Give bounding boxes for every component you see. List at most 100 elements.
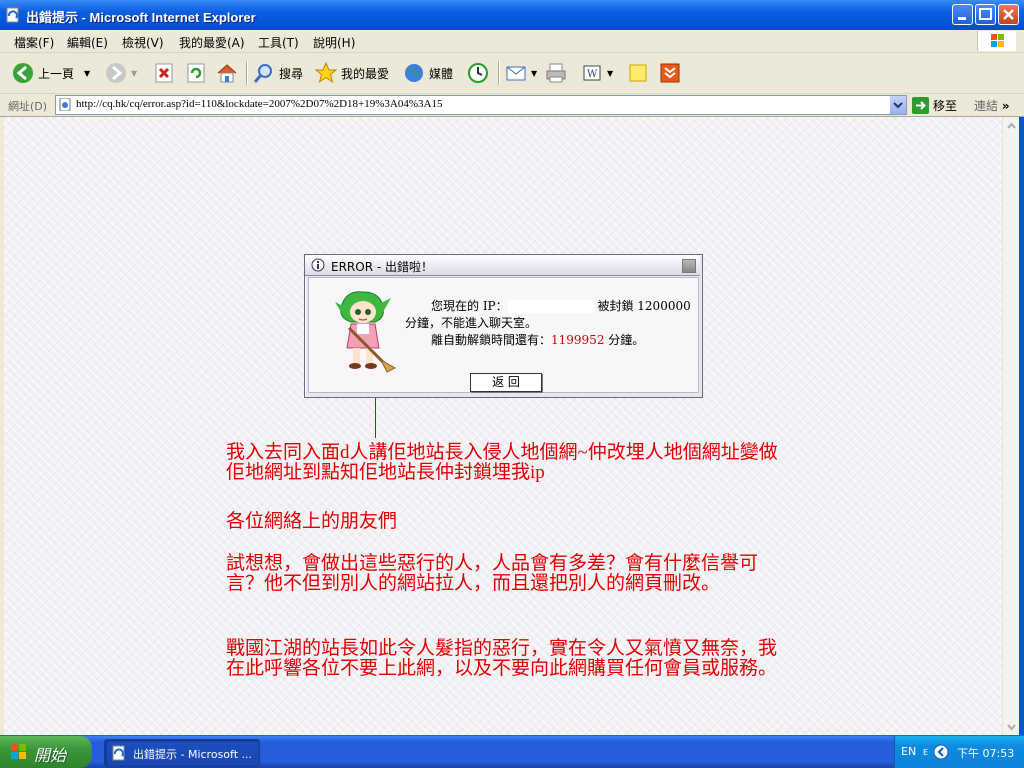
- scroll-up-button[interactable]: [1003, 117, 1020, 134]
- input-mode-indicator: E: [923, 748, 929, 757]
- anime-girl-mascot: [335, 291, 397, 373]
- home-icon: [217, 64, 237, 83]
- stop-icon: [155, 63, 173, 83]
- favorites-star-icon: [315, 62, 337, 84]
- go-arrow-icon: [912, 96, 929, 114]
- history-button[interactable]: [467, 61, 493, 85]
- toolbar: 上一頁 ▼ ▼ 搜尋 我的最愛 媒體 ▼ W ▼: [0, 53, 1024, 94]
- maximize-button[interactable]: [975, 4, 996, 25]
- ip-value-box: [507, 300, 594, 313]
- close-button[interactable]: [998, 4, 1019, 25]
- address-url: http://cq.hk/cq/error.asp?id=110&lockdat…: [76, 98, 443, 110]
- scroll-up-icon: [1007, 122, 1016, 129]
- window-title: 出錯提示 - Microsoft Internet Explorer: [26, 10, 256, 25]
- favorites-label: 我的最愛: [341, 66, 390, 81]
- windows-flag-icon: [11, 744, 26, 759]
- mail-button[interactable]: ▼: [505, 61, 537, 85]
- page-icon: [59, 98, 71, 111]
- minimize-button[interactable]: [952, 4, 973, 25]
- system-tray: EN E 下午 07:53: [894, 736, 1024, 768]
- address-dropdown-button[interactable]: [890, 96, 906, 114]
- ban-message: 您現在的 IP： 被封鎖 1200000 分鐘，不能進入聊天室。 離自動解鎖時間…: [405, 298, 700, 349]
- remain-minutes-value: 1199952: [551, 333, 605, 347]
- scroll-down-button[interactable]: [1003, 718, 1020, 735]
- post-paragraph-1: 我入去同入面d人講佢地站長入侵人地個網~仲改埋人地個網址變做佢地網址到點知佢地站…: [226, 442, 778, 483]
- windows-flag-icon: [991, 34, 1004, 47]
- maximize-icon: [979, 8, 992, 20]
- address-input[interactable]: http://cq.hk/cq/error.asp?id=110&lockdat…: [55, 95, 907, 115]
- toolbar-separator: [498, 61, 500, 85]
- back-button[interactable]: 上一頁 ▼: [12, 61, 90, 85]
- post-paragraph-2: 各位網絡上的朋友們: [226, 511, 398, 532]
- print-icon: [546, 63, 566, 83]
- windows-logo: [977, 31, 1016, 51]
- forward-button[interactable]: ▼: [105, 61, 137, 85]
- toolbar-separator: [246, 61, 248, 85]
- search-icon: [253, 64, 272, 83]
- menu-view[interactable]: 檢視(V): [122, 34, 164, 51]
- vertical-scrollbar[interactable]: [1002, 117, 1020, 735]
- menu-bar: 檔案(F) 編輯(E) 檢視(V) 我的最愛(A) 工具(T) 說明(H): [0, 30, 1024, 53]
- search-button[interactable]: 搜尋: [253, 61, 303, 85]
- back-label: 上一頁: [38, 66, 75, 81]
- title-bar: 出錯提示 - Microsoft Internet Explorer: [0, 0, 1024, 30]
- refresh-button[interactable]: [185, 61, 211, 85]
- go-button[interactable]: 移至: [912, 96, 957, 114]
- taskbar-item-label: 出錯提示 - Microsoft ...: [133, 748, 253, 761]
- menu-tools[interactable]: 工具(T): [258, 34, 299, 51]
- return-button[interactable]: 返 回: [470, 373, 542, 392]
- edit-dropdown-icon[interactable]: ▼: [607, 69, 613, 78]
- back-dropdown-icon[interactable]: ▼: [84, 69, 90, 78]
- menu-favorites[interactable]: 我的最愛(A): [179, 34, 245, 51]
- mail-dropdown-icon[interactable]: ▼: [531, 69, 537, 78]
- favorites-button[interactable]: 我的最愛: [315, 61, 389, 85]
- menu-edit[interactable]: 編輯(E): [67, 34, 108, 51]
- post-paragraph-4: 戰國江湖的站長如此令人髮指的惡行，實在令人又氣憤又無奈，我在此呼響各位不要上此網…: [226, 638, 778, 679]
- discuss-button[interactable]: [627, 61, 653, 85]
- messenger-icon: [660, 63, 680, 83]
- forward-arrow-icon: [106, 63, 126, 83]
- dialog-body: 您現在的 IP： 被封鎖 1200000 分鐘，不能進入聊天室。 離自動解鎖時間…: [308, 277, 699, 393]
- clock: 下午 07:53: [957, 747, 1015, 760]
- forward-dropdown-icon[interactable]: ▼: [131, 69, 137, 78]
- search-label: 搜尋: [279, 66, 304, 81]
- remain-suffix: 分鐘。: [608, 333, 645, 347]
- dialog-close-button[interactable]: [682, 259, 696, 273]
- ie-page-icon: [112, 745, 125, 761]
- refresh-icon: [187, 63, 205, 83]
- dialog-title-bar: ERROR - 出錯啦！: [305, 255, 700, 276]
- minimize-icon: [958, 17, 966, 20]
- error-dialog: ERROR - 出錯啦！ 您現在的 IP： 被封鎖 1200000 分鐘，不能進…: [304, 254, 703, 398]
- links-label: 連結: [974, 99, 999, 113]
- go-label: 移至: [933, 98, 958, 113]
- note-icon: [629, 64, 647, 82]
- mail-icon: [506, 66, 526, 81]
- stop-button[interactable]: [153, 61, 179, 85]
- media-label: 媒體: [429, 66, 454, 81]
- chevron-down-icon: [893, 102, 903, 109]
- page-content: ERROR - 出錯啦！ 您現在的 IP： 被封鎖 1200000 分鐘，不能進…: [4, 117, 1002, 735]
- media-globe-icon: [405, 64, 423, 82]
- minutes-line: 分鐘，不能進入聊天室。: [405, 316, 538, 330]
- menu-file[interactable]: 檔案(F): [14, 34, 54, 51]
- start-label: 開始: [34, 748, 67, 765]
- ip-label: 您現在的 IP：: [431, 299, 508, 313]
- links-button[interactable]: 連結 »: [974, 97, 1010, 114]
- edit-word-button[interactable]: W ▼: [581, 61, 613, 85]
- lock-text: 被封鎖 1200000: [597, 299, 691, 313]
- home-button[interactable]: [216, 61, 242, 85]
- media-button[interactable]: 媒體: [403, 61, 453, 85]
- messenger-button[interactable]: [659, 61, 685, 85]
- language-indicator[interactable]: EN: [901, 745, 916, 758]
- dialog-title: ERROR - 出錯啦！: [331, 260, 434, 274]
- start-button[interactable]: 開始: [0, 736, 92, 768]
- tray-arrow-icon[interactable]: [933, 744, 949, 760]
- taskbar: 開始 出錯提示 - Microsoft ... EN E 下午 07:53: [0, 736, 1024, 768]
- history-clock-icon: [468, 63, 488, 83]
- taskbar-item-ie[interactable]: 出錯提示 - Microsoft ...: [104, 739, 260, 767]
- print-button[interactable]: [545, 61, 571, 85]
- address-bar: 網址(D) http://cq.hk/cq/error.asp?id=110&l…: [0, 94, 1024, 117]
- svg-text:W: W: [587, 69, 598, 80]
- ie-page-icon: [6, 7, 19, 23]
- menu-help[interactable]: 說明(H): [313, 34, 355, 51]
